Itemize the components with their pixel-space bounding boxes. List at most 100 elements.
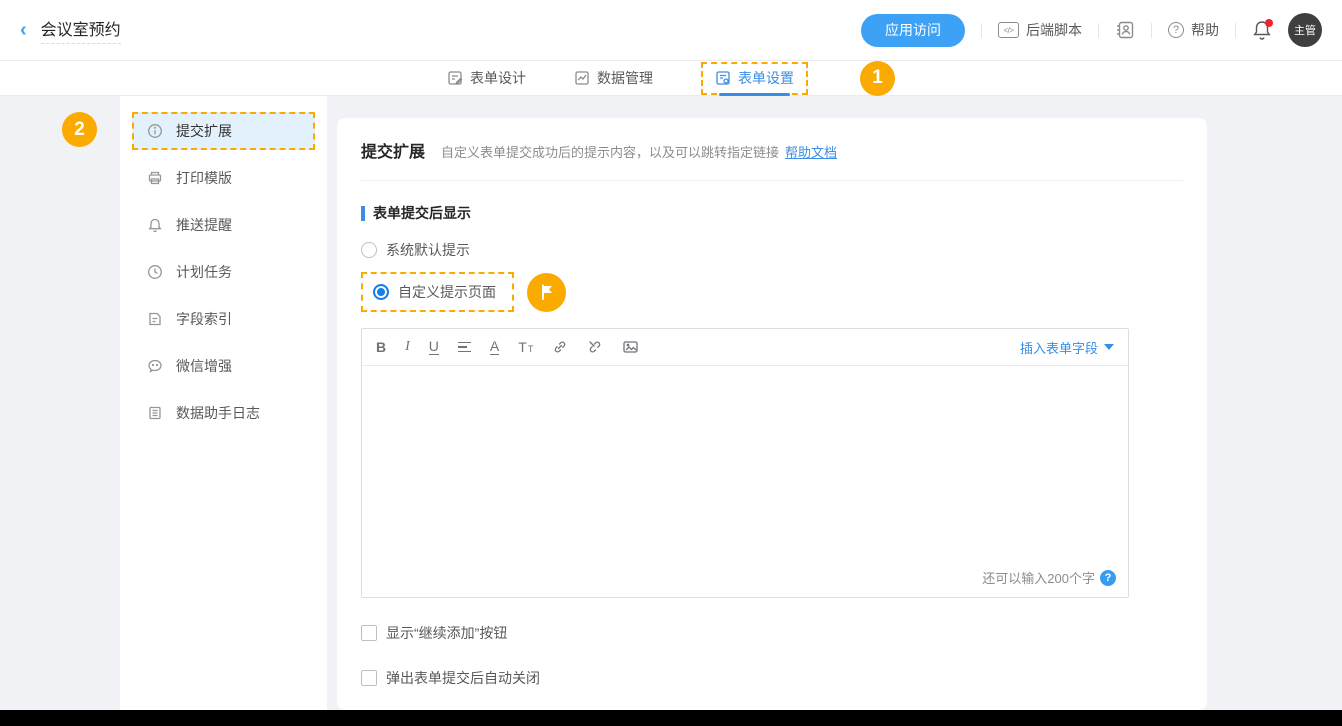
image-icon[interactable] bbox=[622, 339, 639, 355]
contacts-button[interactable] bbox=[1115, 20, 1135, 40]
sidebar-item-label: 字段索引 bbox=[176, 309, 232, 329]
sidebar-item-label: 提交扩展 bbox=[176, 121, 232, 141]
settings-sidebar: 提交扩展 打印模版 推送提醒 计划任务 字段索引 微信增强 bbox=[120, 96, 327, 710]
font-size-glyph: T bbox=[518, 340, 527, 354]
editor-char-count-row: 还可以输入200个字 ? bbox=[362, 568, 1128, 597]
info-icon bbox=[147, 123, 163, 139]
annotation-step-1: 1 bbox=[860, 61, 895, 96]
help-doc-link[interactable]: 帮助文档 bbox=[785, 142, 837, 161]
app-access-button[interactable]: 应用访问 bbox=[861, 14, 965, 47]
help-circle-icon[interactable]: ? bbox=[1100, 570, 1116, 586]
divider bbox=[981, 23, 982, 38]
back-chevron-icon[interactable]: ‹ bbox=[20, 20, 27, 40]
panel-description: 自定义表单提交成功后的提示内容，以及可以跳转指定链接 bbox=[441, 142, 779, 161]
data-management-icon bbox=[574, 70, 590, 86]
annotation-step-2: 2 bbox=[62, 112, 97, 147]
link-icon[interactable] bbox=[552, 339, 568, 355]
backend-script-button[interactable]: </> 后端脚本 bbox=[998, 20, 1082, 40]
radio-label: 系统默认提示 bbox=[386, 240, 470, 260]
bold-icon[interactable]: B bbox=[376, 340, 386, 354]
checkbox-auto-close-popup[interactable]: 弹出表单提交后自动关闭 bbox=[361, 668, 1183, 688]
printer-icon bbox=[147, 170, 163, 186]
divider bbox=[1098, 23, 1099, 38]
rich-text-editor: B I U A TT bbox=[361, 328, 1129, 598]
checkbox-icon bbox=[361, 670, 377, 686]
tab-form-settings-highlight: 表单设置 bbox=[701, 62, 808, 95]
log-icon bbox=[147, 405, 163, 421]
checkbox-show-continue-add[interactable]: 显示“继续添加”按钮 bbox=[361, 623, 1183, 643]
sidebar-item-print-template[interactable]: 打印模版 bbox=[132, 159, 315, 197]
italic-icon[interactable]: I bbox=[405, 340, 410, 354]
wechat-icon bbox=[147, 358, 163, 374]
divider bbox=[361, 180, 1183, 181]
chevron-down-icon bbox=[1104, 344, 1114, 350]
tab-label: 数据管理 bbox=[597, 68, 653, 88]
font-color-glyph: A bbox=[490, 339, 499, 355]
tab-data-management[interactable]: 数据管理 bbox=[574, 61, 653, 95]
sidebar-item-label: 打印模版 bbox=[176, 168, 232, 188]
clock-icon bbox=[147, 264, 163, 280]
sidebar-item-label: 推送提醒 bbox=[176, 215, 232, 235]
header-actions: 应用访问 </> 后端脚本 ? 帮助 bbox=[861, 13, 1322, 47]
section-title-label: 表单提交后显示 bbox=[373, 203, 471, 223]
editor-content-area[interactable] bbox=[362, 366, 1128, 568]
sidebar-item-label: 数据助手日志 bbox=[176, 403, 260, 423]
section-after-submit: 表单提交后显示 bbox=[361, 203, 1183, 223]
bottom-bar bbox=[0, 710, 1342, 726]
radio-custom-page[interactable]: 自定义提示页面 bbox=[361, 272, 514, 312]
radio-label: 自定义提示页面 bbox=[398, 282, 496, 302]
insert-form-field-label: 插入表单字段 bbox=[1020, 338, 1098, 357]
sidebar-item-data-assistant-log[interactable]: 数据助手日志 bbox=[132, 394, 315, 432]
notification-dot bbox=[1265, 19, 1273, 27]
char-count-text: 还可以输入200个字 bbox=[982, 568, 1095, 587]
radio-icon bbox=[361, 242, 377, 258]
tab-form-design[interactable]: 表单设计 bbox=[447, 61, 526, 95]
help-label: 帮助 bbox=[1191, 20, 1219, 40]
document-icon bbox=[147, 311, 163, 327]
help-button[interactable]: ? 帮助 bbox=[1168, 20, 1219, 40]
backend-script-label: 后端脚本 bbox=[1026, 20, 1082, 40]
notification-bell-button[interactable] bbox=[1252, 19, 1272, 41]
bell-icon bbox=[147, 217, 163, 233]
contacts-icon bbox=[1115, 20, 1135, 40]
sidebar-item-field-index[interactable]: 字段索引 bbox=[132, 300, 315, 338]
code-icon: </> bbox=[998, 22, 1019, 38]
underline-glyph: U bbox=[429, 339, 439, 355]
submit-extension-panel: 提交扩展 自定义表单提交成功后的提示内容，以及可以跳转指定链接 帮助文档 表单提… bbox=[337, 118, 1207, 710]
avatar[interactable]: 主管 bbox=[1288, 13, 1322, 47]
sidebar-item-wechat-enhance[interactable]: 微信增强 bbox=[132, 347, 315, 385]
section-accent-bar bbox=[361, 206, 365, 221]
checkbox-icon bbox=[361, 625, 377, 641]
editor-toolbar: B I U A TT bbox=[362, 329, 1128, 366]
question-icon: ? bbox=[1168, 22, 1184, 38]
underline-icon[interactable]: U bbox=[429, 339, 439, 355]
app-title[interactable]: 会议室预约 bbox=[41, 16, 121, 44]
sidebar-item-label: 计划任务 bbox=[176, 262, 232, 282]
font-color-icon[interactable]: A bbox=[490, 339, 499, 355]
tab-label: 表单设计 bbox=[470, 68, 526, 88]
form-design-icon bbox=[447, 70, 463, 86]
align-icon[interactable] bbox=[458, 342, 471, 353]
panel-title: 提交扩展 bbox=[361, 138, 425, 162]
form-tabbar: 表单设计 数据管理 表单设置 1 bbox=[0, 61, 1342, 96]
annotation-flag bbox=[527, 273, 566, 312]
top-header: ‹ 会议室预约 应用访问 </> 后端脚本 ? 帮助 bbox=[0, 0, 1342, 61]
flag-icon bbox=[538, 283, 556, 301]
panel-header: 提交扩展 自定义表单提交成功后的提示内容，以及可以跳转指定链接 帮助文档 bbox=[361, 138, 1183, 162]
unlink-icon[interactable] bbox=[587, 339, 603, 355]
checkbox-label: 弹出表单提交后自动关闭 bbox=[386, 668, 540, 688]
tab-label: 表单设置 bbox=[738, 68, 794, 88]
sidebar-item-submit-extension[interactable]: 提交扩展 bbox=[132, 112, 315, 150]
sidebar-item-scheduled-tasks[interactable]: 计划任务 bbox=[132, 253, 315, 291]
font-size-icon[interactable]: TT bbox=[518, 340, 533, 354]
insert-form-field-dropdown[interactable]: 插入表单字段 bbox=[1020, 338, 1114, 357]
radio-system-default[interactable]: 系统默认提示 bbox=[361, 240, 1183, 260]
sidebar-item-push-reminder[interactable]: 推送提醒 bbox=[132, 206, 315, 244]
tab-form-settings[interactable]: 表单设置 bbox=[715, 65, 794, 92]
font-size-sub-glyph: T bbox=[528, 345, 534, 354]
radio-custom-wrap: 自定义提示页面 bbox=[361, 272, 566, 312]
form-settings-icon bbox=[715, 70, 731, 86]
divider bbox=[1151, 23, 1152, 38]
divider bbox=[1235, 23, 1236, 38]
radio-icon-checked bbox=[373, 284, 389, 300]
